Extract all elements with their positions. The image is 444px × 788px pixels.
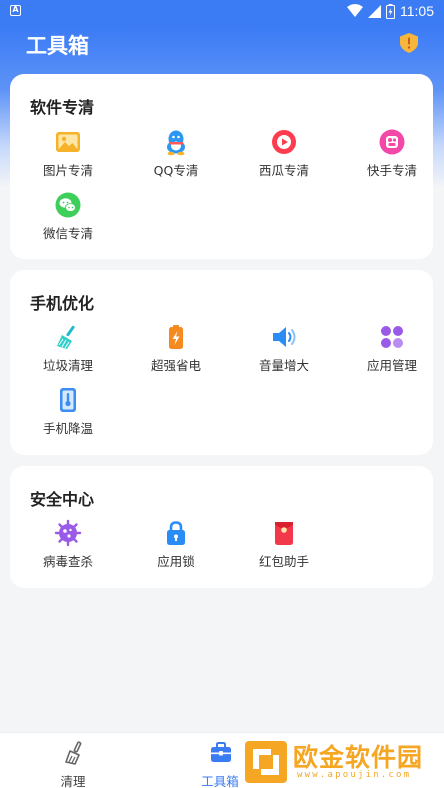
tool-wechat-clean[interactable]: 微信专清 [23,191,127,247]
item-label: 图片专清 [42,163,93,178]
tool-kuaishou-clean[interactable]: 快手专清 [347,128,444,184]
item-label: 应用锁 [157,554,195,569]
lock-icon [167,521,185,545]
broom-icon [57,325,75,349]
tool-xigua-clean[interactable]: 西瓜专清 [239,128,343,184]
xigua-icon [272,130,296,154]
brush-icon [65,741,82,765]
watermark-url: www.apoujin.com [297,770,412,780]
tool-app-manage[interactable]: 应用管理 [347,323,444,379]
item-label: QQ专清 [153,163,199,178]
tool-red-envelope[interactable]: 红包助手 [239,519,343,575]
speaker-icon [273,327,296,347]
item-label: 红包助手 [258,554,309,569]
red-envelope-icon [275,522,293,545]
tab-label: 清理 [60,774,86,788]
watermark-logo-icon [245,741,287,783]
watermark: 欧金软件园 www.apoujin.com [245,735,441,785]
notification-icon: A [10,5,21,16]
toolbox-icon [211,742,231,762]
status-bar: A 11:05 [0,0,444,24]
item-label: 快手专清 [366,163,417,178]
tab-clean[interactable]: 清理 [13,733,133,788]
tool-virus-scan[interactable]: 病毒查杀 [23,519,127,575]
section-title: 软件专清 [30,98,95,117]
tool-image-clean[interactable]: 图片专清 [23,128,127,184]
clock: 11:05 [400,3,434,19]
wechat-icon [55,192,81,218]
tool-volume-boost[interactable]: 音量增大 [239,323,343,379]
section-software-clean: 软件专清 图片专清 QQ专清 西瓜专清 快手专清 微信专清 [10,74,433,259]
image-icon [56,132,80,152]
item-label: 应用管理 [366,358,417,373]
battery-status-icon [386,3,395,19]
section-phone-optimize: 手机优化 垃圾清理 超强省电 音量增大 应用管理 手机降温 [10,270,433,455]
item-label: 音量增大 [258,358,309,373]
battery-icon [169,325,183,349]
tool-power-save[interactable]: 超强省电 [131,323,235,379]
qq-icon [167,130,185,156]
page-title: 工具箱 [26,34,89,58]
item-label: 垃圾清理 [42,358,93,373]
tool-app-lock[interactable]: 应用锁 [131,519,235,575]
kuaishou-icon [379,129,405,155]
apps-icon [381,326,403,348]
virus-icon [54,519,82,547]
wifi-icon [347,4,363,17]
tool-junk-clean[interactable]: 垃圾清理 [23,323,127,379]
item-label: 微信专清 [42,226,93,241]
item-label: 超强省电 [150,358,201,373]
thermometer-icon [60,388,76,412]
section-security-center: 安全中心 病毒查杀 应用锁 红包助手 [10,466,433,588]
section-title: 安全中心 [30,490,95,509]
item-label: 西瓜专清 [258,163,309,178]
item-label: 手机降温 [42,421,93,436]
watermark-text: 欧金软件园 [293,743,424,772]
item-label: 病毒查杀 [42,554,93,569]
shield-icon[interactable] [400,33,418,53]
tool-phone-cooling[interactable]: 手机降温 [23,386,127,442]
section-title: 手机优化 [30,294,95,313]
tool-qq-clean[interactable]: QQ专清 [131,128,235,184]
signal-icon [368,5,381,18]
